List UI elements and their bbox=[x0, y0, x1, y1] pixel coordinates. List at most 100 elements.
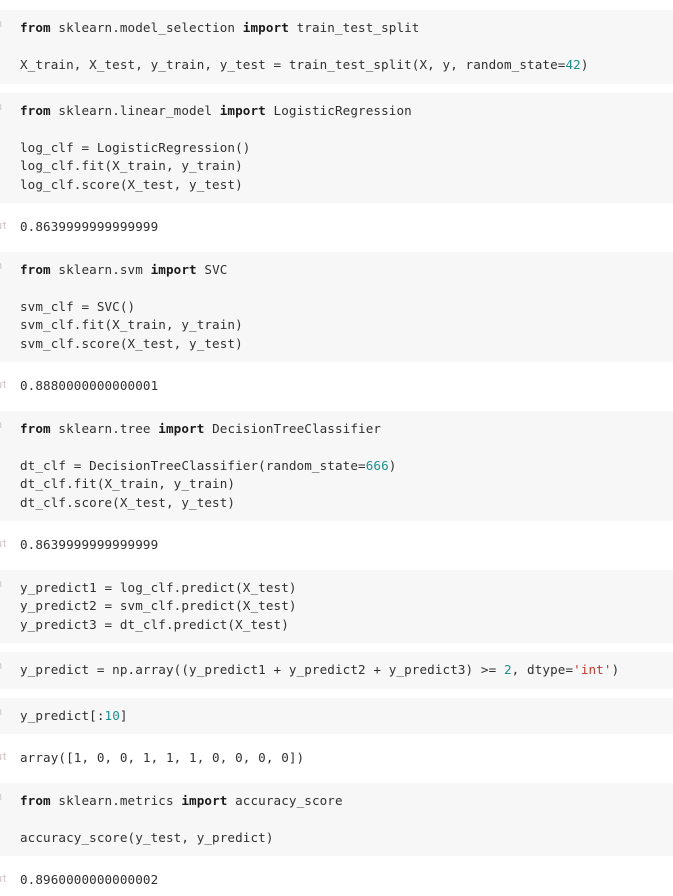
code-cell[interactable]: In y_predict[:10] bbox=[0, 697, 673, 734]
output-text: 0.8880000000000001 bbox=[20, 377, 665, 396]
number-token: 42 bbox=[565, 57, 581, 72]
code-token: array([1, 0, 0, 1, 1, 1, 0, 0, 0, 0]) bbox=[20, 750, 305, 765]
code-cell-body[interactable]: y_predict[:10] bbox=[0, 697, 673, 734]
cell-input-prompt: In bbox=[0, 578, 6, 591]
number-token: 2 bbox=[503, 662, 512, 677]
cell-output-prompt: Out bbox=[0, 538, 6, 550]
code-token: accuracy_score bbox=[235, 792, 343, 808]
code-token: dt_clf = DecisionTreeClassifier(random_s… bbox=[20, 457, 366, 473]
cell-output-prompt: Out bbox=[0, 220, 6, 232]
keyword-token: from bbox=[20, 20, 59, 35]
code-token: y_predict1 = log_clf.predict(X_test) bbox=[20, 579, 297, 595]
keyword-token: import bbox=[242, 20, 297, 35]
keyword-token: import bbox=[181, 792, 236, 808]
code-token: svm_clf.fit(X_train, y_train) bbox=[20, 317, 243, 332]
code-cell[interactable]: In y_predict1 = log_clf.predict(X_test) y… bbox=[0, 569, 673, 643]
code-cell-body[interactable]: y_predict = np.array((y_predict1 + y_pre… bbox=[0, 652, 673, 689]
code-token: ] bbox=[119, 707, 128, 723]
code-token: 0.8880000000000001 bbox=[20, 378, 159, 393]
code-cell-body[interactable]: from sklearn.metrics import accuracy_sco… bbox=[0, 782, 673, 856]
keyword-token: from bbox=[20, 420, 59, 436]
output-text: array([1, 0, 0, 1, 1, 1, 0, 0, 0, 0]) bbox=[20, 749, 665, 768]
output-cell: Out 0.8960000000000002 bbox=[0, 865, 673, 896]
source-text: y_predict = np.array((y_predict1 + y_pre… bbox=[20, 661, 665, 680]
code-token: dt_clf.score(X_test, y_test) bbox=[20, 494, 236, 510]
code-cell-body[interactable]: from sklearn.svm import SVC svm_clf = SV… bbox=[0, 251, 673, 362]
code-token: y_predict[: bbox=[20, 707, 105, 723]
keyword-token: from bbox=[20, 792, 59, 808]
code-token: train_test_split bbox=[296, 20, 420, 35]
keyword-token: from bbox=[20, 102, 59, 118]
number-token: 666 bbox=[365, 457, 389, 473]
output-cell: Out 0.8639999999999999 bbox=[0, 212, 673, 243]
cell-output-prompt: Out bbox=[0, 751, 6, 763]
source-text: from sklearn.metrics import accuracy_sco… bbox=[20, 792, 665, 848]
code-token: log_clf = LogisticRegression() bbox=[20, 139, 251, 155]
code-token: y_predict3 = dt_clf.predict(X_test) bbox=[20, 616, 289, 632]
keyword-token: import bbox=[219, 102, 274, 118]
code-cell-body[interactable]: from sklearn.model_selection import trai… bbox=[0, 10, 673, 84]
cell-output-prompt: Out bbox=[0, 873, 6, 885]
code-cell[interactable]: In y_predict = np.array((y_predict1 + y_p… bbox=[0, 652, 673, 689]
code-token: sklearn.tree bbox=[58, 420, 159, 436]
code-token: 0.8960000000000002 bbox=[20, 872, 159, 887]
code-token: ) bbox=[611, 662, 620, 677]
code-token: SVC bbox=[204, 261, 228, 277]
code-cell[interactable]: In from sklearn.svm import SVC svm_clf = … bbox=[0, 251, 673, 362]
source-text: y_predict[:10] bbox=[20, 707, 665, 726]
code-cell[interactable]: In from sklearn.tree import DecisionTreeC… bbox=[0, 410, 673, 521]
code-token: , dtype= bbox=[511, 662, 574, 677]
output-cell-body: array([1, 0, 0, 1, 1, 1, 0, 0, 0, 0]) bbox=[0, 743, 673, 774]
source-text: from sklearn.tree import DecisionTreeCla… bbox=[20, 420, 665, 513]
source-text: from sklearn.model_selection import trai… bbox=[20, 19, 665, 75]
source-text: from sklearn.svm import SVC svm_clf = SV… bbox=[20, 261, 665, 354]
code-token: accuracy_score(y_test, y_predict) bbox=[20, 829, 274, 845]
source-text: y_predict1 = log_clf.predict(X_test) y_p… bbox=[20, 579, 665, 635]
notebook-canvas: In from sklearn.model_selection import tr… bbox=[0, 0, 673, 896]
code-token: dt_clf.fit(X_train, y_train) bbox=[20, 476, 236, 491]
output-cell: Out 0.8639999999999999 bbox=[0, 530, 673, 561]
cell-input-prompt: In bbox=[0, 791, 6, 804]
output-cell: Out 0.8880000000000001 bbox=[0, 371, 673, 402]
code-token: sklearn.metrics bbox=[58, 792, 182, 808]
cell-output-prompt: Out bbox=[0, 379, 6, 391]
output-cell-body: 0.8960000000000002 bbox=[0, 865, 673, 896]
output-cell: Out array([1, 0, 0, 1, 1, 1, 0, 0, 0, 0]) bbox=[0, 743, 673, 774]
code-token: svm_clf = SVC() bbox=[20, 298, 136, 314]
code-token: 0.8639999999999999 bbox=[20, 219, 159, 234]
output-cell-body: 0.8880000000000001 bbox=[0, 371, 673, 402]
code-token: ) bbox=[388, 457, 397, 473]
output-text: 0.8639999999999999 bbox=[20, 536, 665, 555]
source-text: from sklearn.linear_model import Logisti… bbox=[20, 102, 665, 195]
cell-input-prompt: In bbox=[0, 18, 6, 31]
number-token: 10 bbox=[104, 707, 120, 723]
code-token: sklearn.svm bbox=[58, 261, 151, 277]
code-token: LogisticRegression bbox=[273, 102, 412, 118]
code-token: y_predict = np.array((y_predict1 + y_pre… bbox=[20, 662, 504, 677]
cell-input-prompt: In bbox=[0, 101, 6, 114]
cell-input-prompt: In bbox=[0, 260, 6, 273]
code-cell[interactable]: In from sklearn.model_selection import tr… bbox=[0, 10, 673, 84]
code-cell[interactable]: In from sklearn.linear_model import Logis… bbox=[0, 92, 673, 203]
output-cell-body: 0.8639999999999999 bbox=[0, 212, 673, 243]
code-token: y_predict2 = svm_clf.predict(X_test) bbox=[20, 598, 297, 613]
code-token: X_train, X_test, y_train, y_test = train… bbox=[20, 57, 566, 72]
code-token: ) bbox=[580, 57, 589, 72]
cell-input-prompt: In bbox=[0, 706, 6, 719]
code-token: sklearn.model_selection bbox=[58, 20, 243, 35]
code-token: DecisionTreeClassifier bbox=[212, 420, 382, 436]
code-token: log_clf.fit(X_train, y_train) bbox=[20, 158, 243, 173]
code-token: 0.8639999999999999 bbox=[20, 537, 159, 552]
code-cell[interactable]: In from sklearn.metrics import accuracy_s… bbox=[0, 782, 673, 856]
keyword-token: from bbox=[20, 261, 59, 277]
keyword-token: import bbox=[150, 261, 205, 277]
code-token: sklearn.linear_model bbox=[58, 102, 220, 118]
code-token: svm_clf.score(X_test, y_test) bbox=[20, 335, 243, 351]
string-token: 'int' bbox=[573, 662, 612, 677]
cell-input-prompt: In bbox=[0, 660, 6, 673]
code-cell-body[interactable]: from sklearn.linear_model import Logisti… bbox=[0, 92, 673, 203]
output-text: 0.8960000000000002 bbox=[20, 871, 665, 890]
code-cell-body[interactable]: y_predict1 = log_clf.predict(X_test) y_p… bbox=[0, 569, 673, 643]
code-cell-body[interactable]: from sklearn.tree import DecisionTreeCla… bbox=[0, 410, 673, 521]
code-token: log_clf.score(X_test, y_test) bbox=[20, 176, 243, 192]
